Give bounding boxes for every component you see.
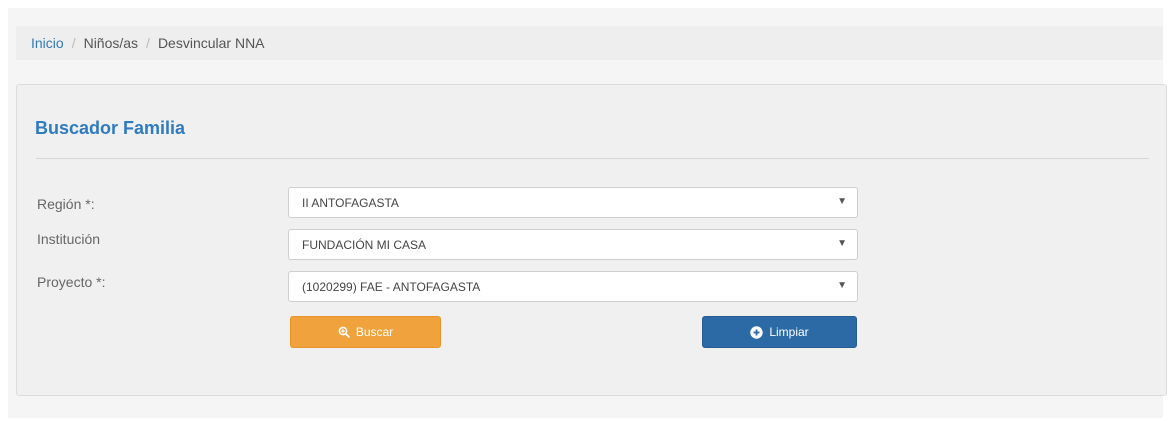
zoom-in-icon xyxy=(338,326,350,338)
plus-circle-icon xyxy=(750,325,764,339)
divider xyxy=(36,158,1149,159)
chevron-down-icon: ▼ xyxy=(837,238,847,249)
region-label: Región *: xyxy=(37,196,95,212)
institucion-label: Institución xyxy=(37,231,101,247)
chevron-down-icon: ▼ xyxy=(837,196,847,207)
breadcrumb-item-current: Desvincular NNA xyxy=(157,35,265,51)
proyecto-label: Proyecto *: xyxy=(37,274,106,290)
chevron-down-icon: ▼ xyxy=(837,280,847,291)
region-select-value: II ANTOFAGASTA xyxy=(302,195,399,210)
breadcrumb: Inicio / Niños/as / Desvincular NNA xyxy=(16,26,1163,60)
proyecto-select-value: (1020299) FAE - ANTOFAGASTA xyxy=(302,279,481,294)
institucion-select[interactable]: FUNDACIÓN MI CASA ▼ xyxy=(288,229,858,260)
search-panel: Buscador Familia Región *: II ANTOFAGAST… xyxy=(16,84,1167,396)
breadcrumb-item-inicio[interactable]: Inicio xyxy=(31,35,64,51)
breadcrumb-separator: / xyxy=(71,35,76,51)
search-button-label: Buscar xyxy=(355,325,394,339)
breadcrumb-item-ninos[interactable]: Niños/as xyxy=(84,35,138,51)
institucion-select-value: FUNDACIÓN MI CASA xyxy=(302,237,427,252)
search-button[interactable]: Buscar xyxy=(290,316,441,348)
proyecto-select[interactable]: (1020299) FAE - ANTOFAGASTA ▼ xyxy=(288,271,858,302)
breadcrumb-separator: / xyxy=(146,35,150,51)
clear-button[interactable]: Limpiar xyxy=(702,316,857,348)
panel-title: Buscador Familia xyxy=(35,118,186,138)
region-select[interactable]: II ANTOFAGASTA ▼ xyxy=(288,187,858,218)
clear-button-label: Limpiar xyxy=(769,325,809,339)
